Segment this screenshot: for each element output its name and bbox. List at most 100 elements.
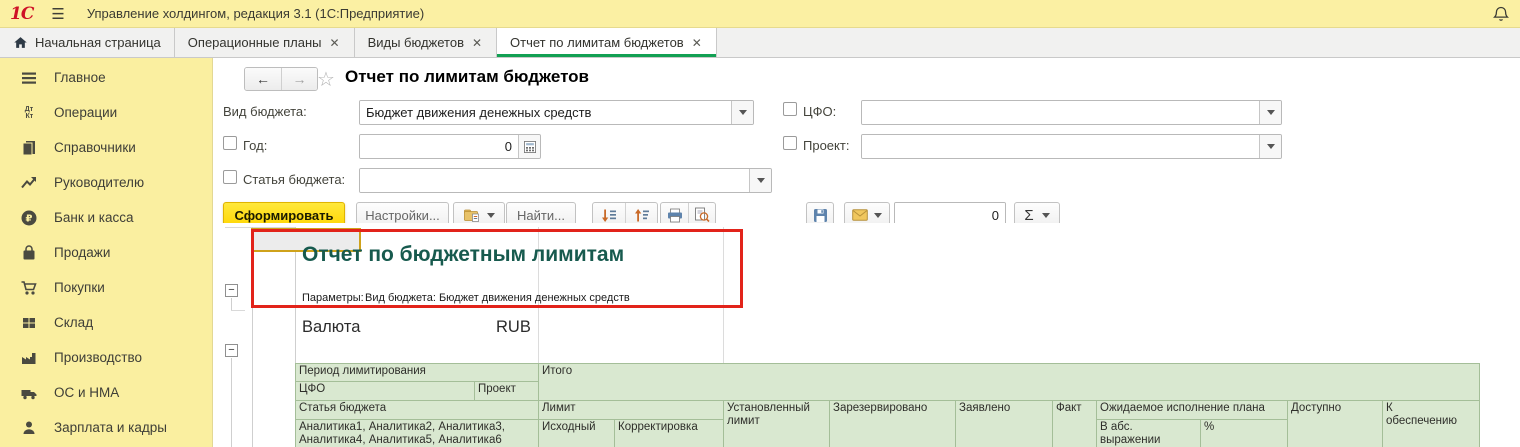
person-icon [19, 418, 39, 438]
project-field-group [861, 134, 1282, 159]
project-dropdown-button[interactable] [1259, 135, 1281, 158]
project-input[interactable] [862, 135, 1259, 158]
group-collapse-button[interactable]: − [225, 284, 238, 297]
cfo-checkbox[interactable] [783, 102, 797, 116]
budget-item-input[interactable] [360, 169, 749, 192]
sort-ascending-icon [634, 208, 649, 221]
col-reserved: Зарезервировано [829, 400, 956, 447]
project-checkbox[interactable] [783, 136, 797, 150]
truck-icon [19, 383, 39, 403]
forward-button[interactable]: → [281, 68, 317, 90]
cfo-dropdown-button[interactable] [1259, 101, 1281, 124]
folder-variant-icon [463, 209, 479, 222]
year-field-group [359, 134, 541, 159]
sidebar-item-manager[interactable]: Руководителю [0, 165, 212, 200]
tab-label: Операционные планы [187, 35, 322, 50]
sidebar-item-purchases[interactable]: Покупки [0, 270, 212, 305]
sidebar-item-label: Банк и касса [54, 210, 134, 225]
close-icon[interactable]: ✕ [471, 36, 483, 50]
tab-budget-limits-report[interactable]: Отчет по лимитам бюджетов ✕ [497, 28, 717, 57]
tab-budget-types[interactable]: Виды бюджетов ✕ [354, 28, 498, 57]
favorite-star-icon[interactable]: ☆ [317, 67, 335, 92]
group-line [231, 298, 232, 310]
tab-label: Отчет по лимитам бюджетов [510, 35, 684, 50]
group-collapse-button[interactable]: − [225, 344, 238, 357]
sidebar-item-bank-cash[interactable]: ₽ Банк и касса [0, 200, 212, 235]
svg-text:₽: ₽ [26, 213, 33, 224]
app-title: Управление холдингом, редакция 3.1 (1С:П… [86, 6, 425, 21]
col-project: Проект [474, 381, 539, 401]
report-spreadsheet[interactable]: − − Отчет по бюджетным лимитам Параметры… [213, 223, 1520, 447]
sidebar-item-payroll[interactable]: Зарплата и кадры [0, 410, 212, 445]
factory-icon [19, 348, 39, 368]
budget-type-field-group [359, 100, 754, 125]
sidebar-item-operations[interactable]: Дт Кт Операции [0, 95, 212, 130]
col-fact: Факт [1052, 400, 1097, 447]
back-button[interactable]: ← [245, 68, 281, 90]
budget-item-dropdown-button[interactable] [749, 169, 771, 192]
chevron-down-icon [738, 110, 747, 115]
home-icon [14, 37, 27, 48]
year-checkbox[interactable] [223, 136, 237, 150]
history-nav-group: ← → [244, 67, 318, 91]
sidebar-item-main[interactable]: Главное [0, 60, 212, 95]
col-available: Доступно [1287, 400, 1383, 447]
trend-icon [19, 173, 39, 193]
col-analytics: Аналитика1, Аналитика2, Аналитика3, Анал… [295, 419, 539, 447]
tab-home[interactable]: Начальная страница [0, 28, 175, 57]
sidebar: Главное Дт Кт Операции Справочники Руков… [0, 58, 213, 447]
close-icon[interactable]: ✕ [329, 36, 341, 50]
main-menu-icon[interactable]: ☰ [51, 5, 64, 23]
top-bar: 1С ☰ Управление холдингом, редакция 3.1 … [0, 0, 1520, 28]
group-line [231, 310, 245, 311]
year-label: Год: [243, 138, 268, 153]
year-calculator-button[interactable] [518, 135, 540, 158]
budget-item-checkbox[interactable] [223, 170, 237, 184]
notifications-bell-icon[interactable] [1492, 5, 1510, 23]
chevron-down-icon [874, 212, 882, 218]
page-title: Отчет по лимитам бюджетов [345, 67, 590, 86]
sidebar-item-directories[interactable]: Справочники [0, 130, 212, 165]
sidebar-item-label: Операции [54, 105, 118, 120]
budget-type-dropdown-button[interactable] [731, 101, 753, 124]
chevron-down-icon [1041, 212, 1050, 218]
sidebar-item-label: ОС и НМА [54, 385, 120, 400]
budget-item-field-group [359, 168, 772, 193]
bag-icon [19, 243, 39, 263]
col-period: Период лимитирования [295, 363, 539, 382]
sidebar-item-label: Зарплата и кадры [54, 420, 167, 435]
chevron-down-icon [1266, 110, 1275, 115]
grid-icon [19, 313, 39, 333]
col-total: Итого [538, 363, 1480, 401]
preview-icon [695, 207, 710, 223]
calculator-icon [523, 140, 536, 153]
sidebar-item-label: Покупки [54, 280, 105, 295]
col-initial: Исходный [538, 419, 615, 447]
report-header-table: Период лимитирования Итого ЦФО Проект Ст… [295, 363, 1480, 447]
group-line [231, 358, 232, 447]
sidebar-item-sales[interactable]: Продажи [0, 235, 212, 270]
main-area: ← → ☆ Отчет по лимитам бюджетов Вид бюдж… [213, 58, 1520, 447]
year-input[interactable] [360, 135, 518, 158]
col-to-provide: К обеспечению [1382, 400, 1480, 447]
sidebar-item-warehouse[interactable]: Склад [0, 305, 212, 340]
chevron-down-icon [756, 178, 765, 183]
sidebar-item-label: Справочники [54, 140, 136, 155]
chevron-down-icon [486, 212, 495, 218]
sidebar-item-label: Производство [54, 350, 143, 365]
cfo-label: ЦФО: [803, 104, 837, 119]
col-percent: % [1200, 419, 1288, 447]
cfo-field-group [861, 100, 1282, 125]
tab-operational-plans[interactable]: Операционные планы ✕ [174, 28, 355, 57]
sidebar-item-fixed-assets[interactable]: ОС и НМА [0, 375, 212, 410]
col-abs: В абс. выражении [1096, 419, 1201, 447]
budget-type-input[interactable] [360, 101, 731, 124]
col-cfo: ЦФО [295, 381, 475, 401]
ruble-icon: ₽ [19, 208, 39, 228]
close-icon[interactable]: ✕ [691, 36, 703, 50]
col-budget-item: Статья бюджета [295, 400, 539, 420]
sidebar-item-production[interactable]: Производство [0, 340, 212, 375]
1c-logo-icon: 1С [10, 3, 34, 24]
sidebar-item-label: Склад [54, 315, 94, 330]
cfo-input[interactable] [862, 101, 1259, 124]
